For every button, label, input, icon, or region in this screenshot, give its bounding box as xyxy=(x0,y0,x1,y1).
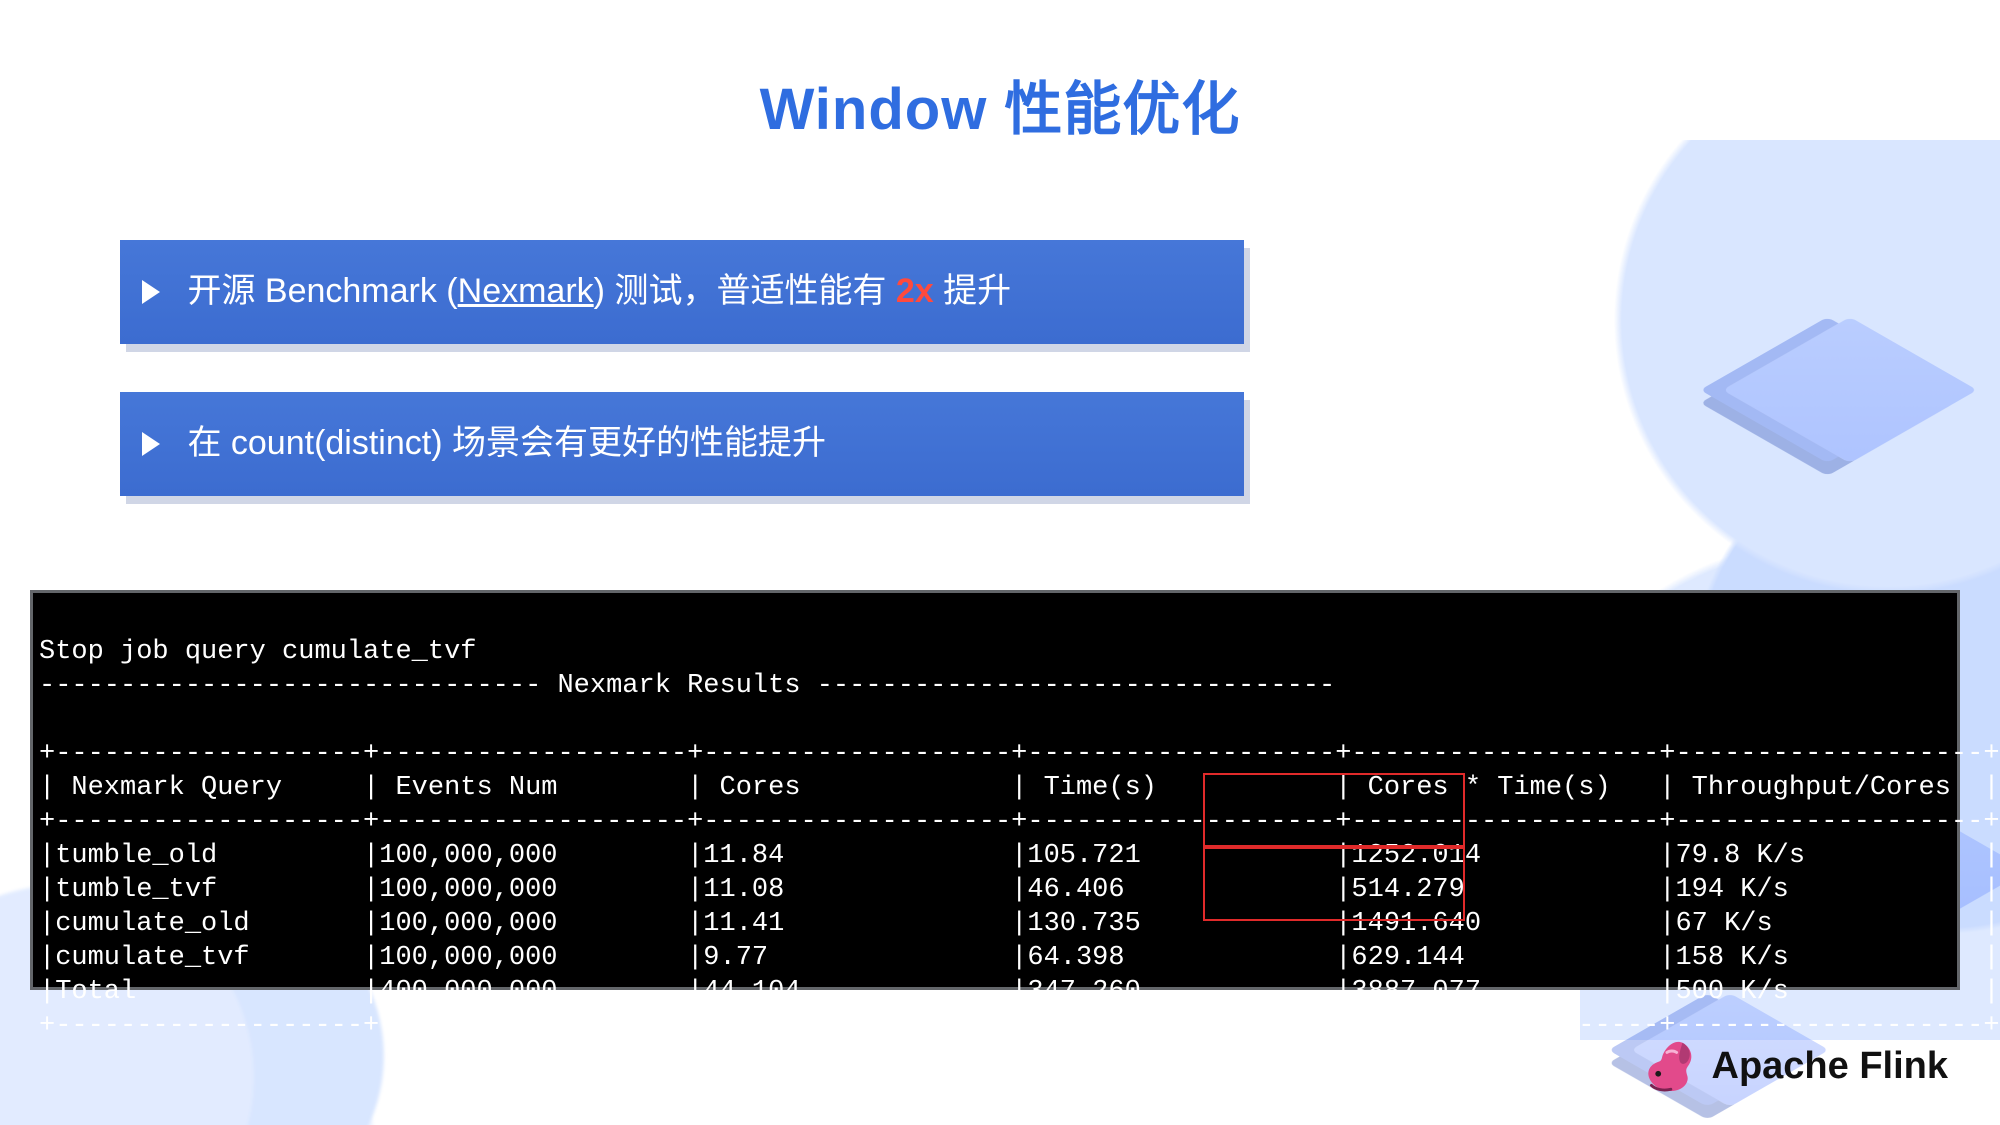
chevron-right-icon xyxy=(142,432,160,456)
terminal-sep: +-------------------+-------------------… xyxy=(39,739,2000,769)
table-row: |tumble_tvf |100,000,000 |11.08 |46.406 … xyxy=(39,875,2000,905)
table-row: |cumulate_old |100,000,000 |11.41 |130.7… xyxy=(39,909,2000,939)
bg-cube xyxy=(1723,317,1978,463)
bullet-count-distinct: 在 count(distinct) 场景会有更好的性能提升 xyxy=(120,392,1244,496)
terminal-output: Stop job query cumulate_tvf ------------… xyxy=(30,590,1960,990)
terminal-line: ------------------------------- Nexmark … xyxy=(39,671,1335,701)
bullet-text-post: 提升 xyxy=(934,272,1011,310)
table-row: |cumulate_tvf |100,000,000 |9.77 |64.398… xyxy=(39,943,2000,973)
terminal-header: | Nexmark Query | Events Num | Cores | T… xyxy=(39,773,2000,803)
link-nexmark[interactable]: Nexmark xyxy=(458,272,594,310)
bullet-text-pre: 开源 Benchmark ( xyxy=(187,272,457,310)
bullet-highlight-2x: 2x xyxy=(896,272,934,310)
bullet-text: 在 count(distinct) 场景会有更好的性能提升 xyxy=(187,424,826,462)
terminal-blank xyxy=(39,705,55,735)
terminal-line: Stop job query cumulate_tvf xyxy=(39,637,476,667)
bullet-text-mid: ) 测试，普适性能有 xyxy=(594,272,896,310)
terminal-sep: +-------------------+-------------------… xyxy=(39,807,2000,837)
chevron-right-icon xyxy=(142,280,160,304)
logo-text: Apache Flink xyxy=(1712,1045,1949,1088)
apache-flink-logo: Apache Flink xyxy=(1634,1035,1949,1097)
table-row: |Total |400,000,000 |44.104 |347.260 |38… xyxy=(39,977,2000,1007)
flink-squirrel-icon xyxy=(1634,1035,1696,1097)
page-title: Window 性能优化 xyxy=(0,62,2000,146)
table-row: |tumble_old |100,000,000 |11.84 |105.721… xyxy=(39,841,2000,871)
bullet-benchmark: 开源 Benchmark (Nexmark) 测试，普适性能有 2x 提升 xyxy=(120,240,1244,344)
